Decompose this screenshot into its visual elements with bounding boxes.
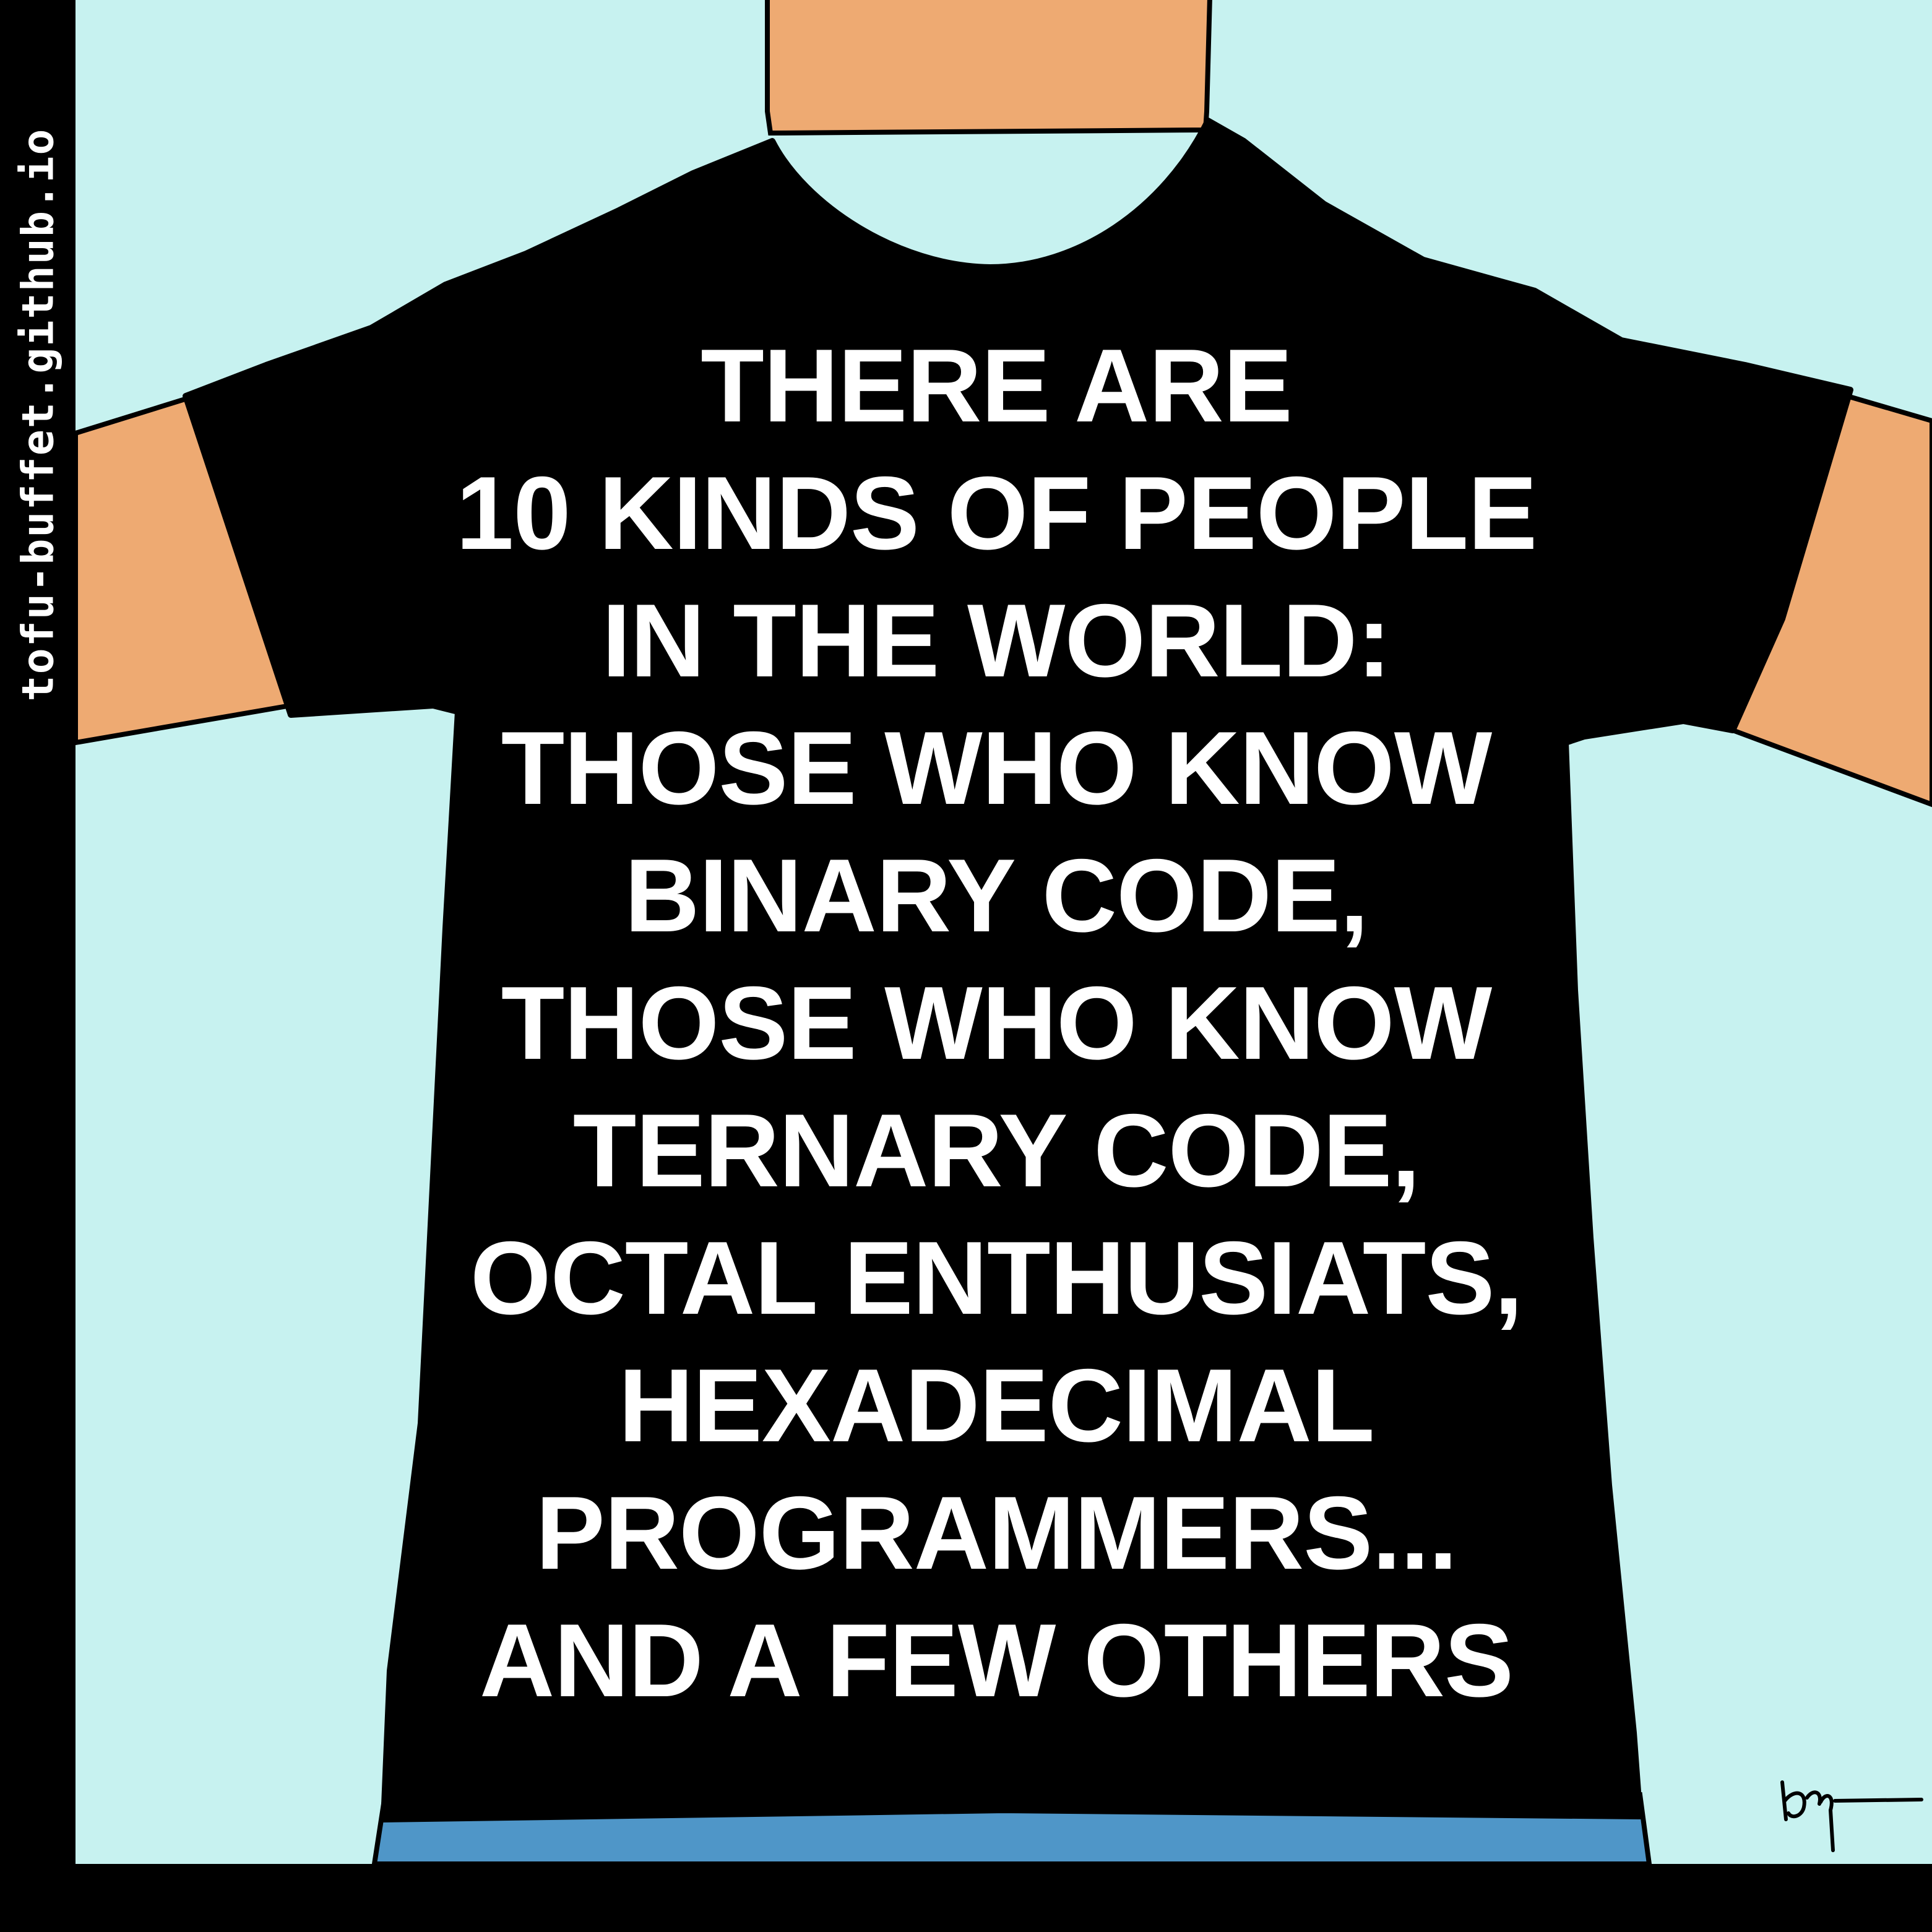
comic-panel: tofu-buffet.github.io THERE ARE 10 KINDS… — [0, 0, 1932, 1932]
slogan-line: TERNARY CODE, — [572, 1092, 1421, 1209]
slogan-line: OCTAL ENTHUSIATS, — [470, 1220, 1523, 1336]
website-url-text: tofu-buffet.github.io — [12, 127, 64, 702]
shirt-slogan: THERE ARE 10 KINDS OF PEOPLE IN THE WORL… — [309, 322, 1683, 1724]
slogan-line: 10 KINDS OF PEOPLE — [455, 455, 1537, 571]
slogan-line: BINARY CODE, — [624, 837, 1369, 954]
slogan-line: THOSE WHO KNOW — [501, 710, 1493, 826]
slogan-line: PROGRAMMERS... — [535, 1475, 1458, 1591]
website-watermark: tofu-buffet.github.io — [0, 0, 75, 829]
slogan-line: IN THE WORLD: — [602, 582, 1392, 699]
slogan-line: THOSE WHO KNOW — [501, 965, 1493, 1081]
neck — [765, 0, 1212, 136]
slogan-line: AND A FEW OTHERS — [479, 1602, 1514, 1719]
slogan-line: THERE ARE — [701, 327, 1293, 444]
slogan-line: HEXADECIMAL — [618, 1347, 1374, 1464]
